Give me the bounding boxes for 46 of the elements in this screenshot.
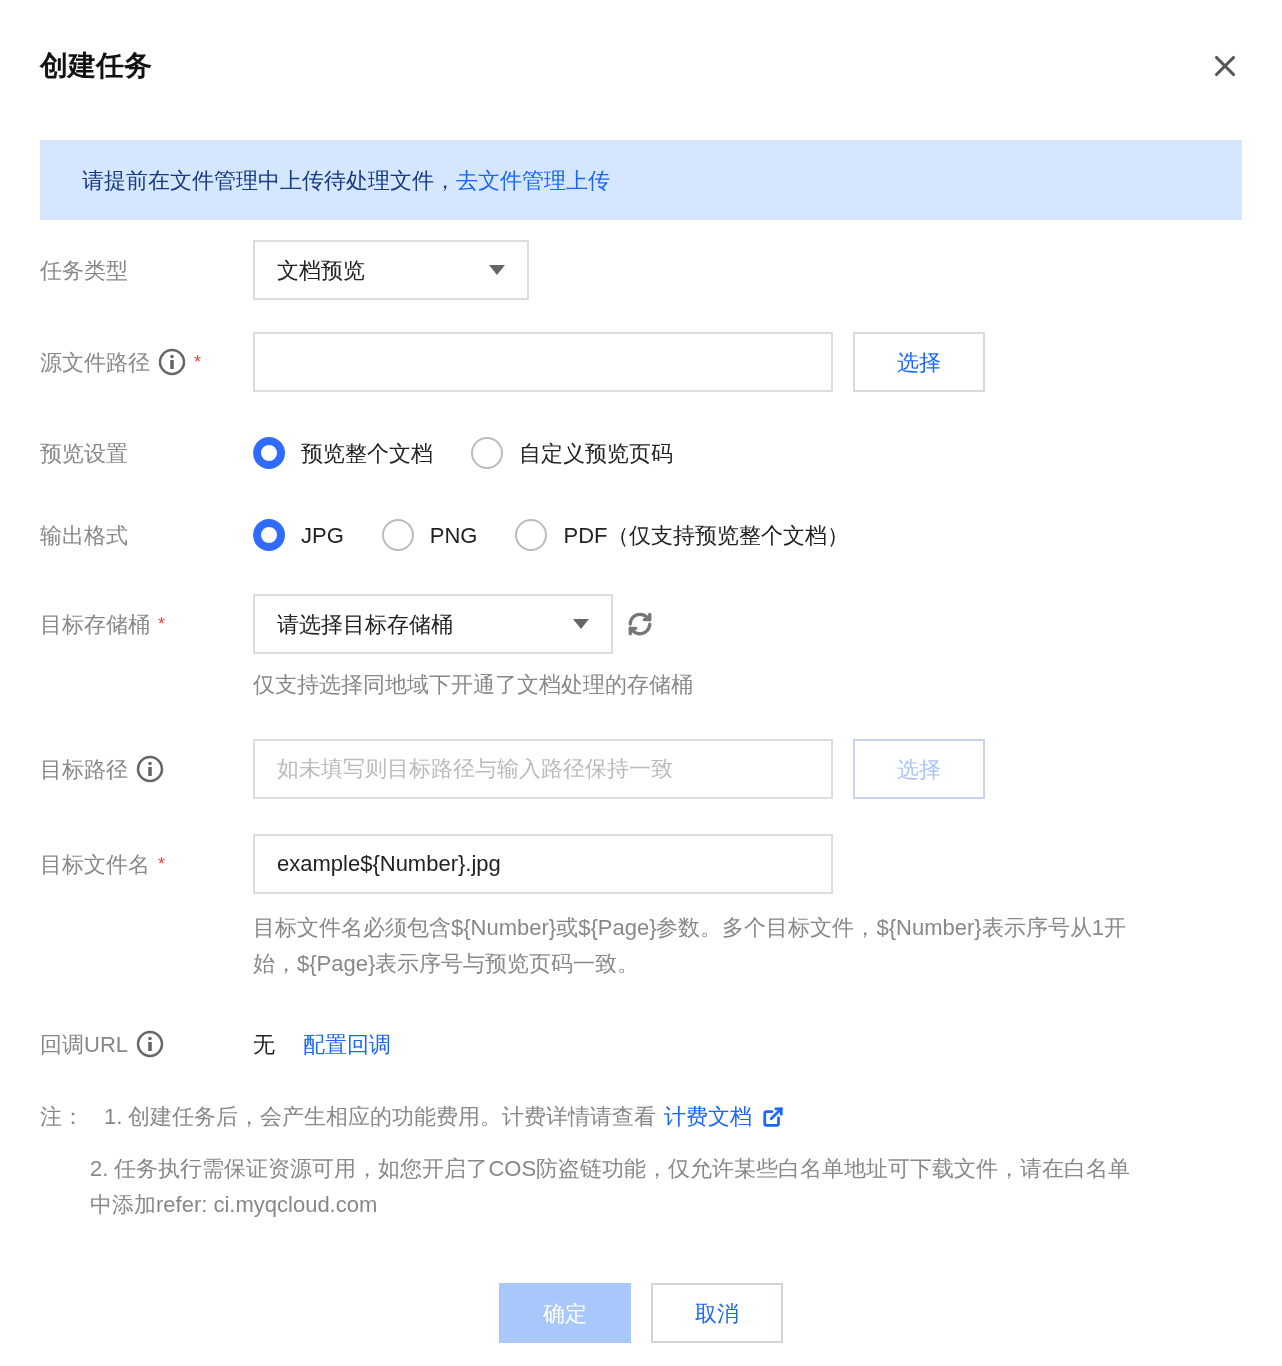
- field-label: 预览设置: [40, 439, 128, 468]
- note-text: 2. 任务执行需保证资源可用，如您开启了COS防盗链功能，仅允许某些白名单地址可下载文件，请在白名单中添加refer: ci.myqcloud.com: [90, 1155, 1132, 1219]
- field-label: 任务类型: [40, 256, 128, 285]
- filename-hint: 目标文件名必须包含${Number}或${Page}参数。多个目标文件，${Number}表示序号从1开始，${Page}表示序号与预览页码一致。: [253, 914, 1127, 978]
- caret-icon: [573, 619, 589, 629]
- cancel-button[interactable]: 取消: [651, 1283, 783, 1343]
- radio-button[interactable]: [253, 519, 285, 551]
- required-mark: *: [194, 350, 201, 374]
- dialog-title: 创建任务: [40, 49, 152, 83]
- refresh-icon[interactable]: [627, 611, 653, 637]
- note-text: 1. 创建任务后，会产生相应的功能费用。计费详情请查看: [104, 1103, 657, 1131]
- notice-text: 请提前在文件管理中上传待处理文件，: [82, 166, 456, 195]
- radio-option[interactable]: 预览整个文档: [253, 436, 433, 470]
- note-label: 注：: [40, 1103, 84, 1131]
- info-icon[interactable]: [136, 1030, 164, 1058]
- required-mark: *: [158, 612, 165, 636]
- field-label: 源文件路径: [40, 348, 150, 377]
- radio-button[interactable]: [471, 437, 503, 469]
- task-type-select[interactable]: 文档预览: [253, 240, 529, 300]
- required-mark: *: [158, 852, 165, 876]
- target-path-field[interactable]: 如未填写则目标路径与输入路径保持一致: [253, 739, 833, 799]
- radio-option[interactable]: PDF（仅支持预览整个文档）: [515, 518, 850, 552]
- configure-callback-link[interactable]: 配置回调: [303, 1027, 391, 1061]
- radio-option[interactable]: JPG: [253, 518, 344, 552]
- info-icon[interactable]: [158, 348, 186, 376]
- bucket-hint: 仅支持选择同地域下开通了文档处理的存储桶: [253, 672, 693, 697]
- radio-button[interactable]: [515, 519, 548, 551]
- callback-value: 无: [253, 1030, 275, 1059]
- field-label: 目标路径: [40, 755, 128, 784]
- bucket-select[interactable]: 请选择目标存储桶: [253, 594, 613, 654]
- radio-option[interactable]: PNG: [381, 518, 478, 552]
- field-label: 目标文件名: [40, 850, 150, 879]
- upload-link[interactable]: 去文件管理上传: [456, 163, 610, 197]
- info-icon[interactable]: [136, 755, 164, 783]
- source-path-field[interactable]: [253, 332, 833, 392]
- select-button[interactable]: 选择: [853, 332, 985, 392]
- billing-doc-link[interactable]: 计费文档: [664, 1100, 753, 1133]
- target-filename-field[interactable]: example${Number}.jpg: [253, 834, 833, 894]
- caret-icon: [489, 265, 505, 275]
- radio-option[interactable]: 自定义预览页码: [471, 436, 673, 470]
- external-link-icon[interactable]: [762, 1105, 785, 1128]
- radio-button[interactable]: [253, 437, 285, 469]
- field-label: 输出格式: [40, 521, 128, 550]
- radio-button[interactable]: [381, 519, 414, 551]
- field-label: 目标存储桶: [40, 610, 150, 639]
- field-label: 回调URL: [40, 1030, 128, 1059]
